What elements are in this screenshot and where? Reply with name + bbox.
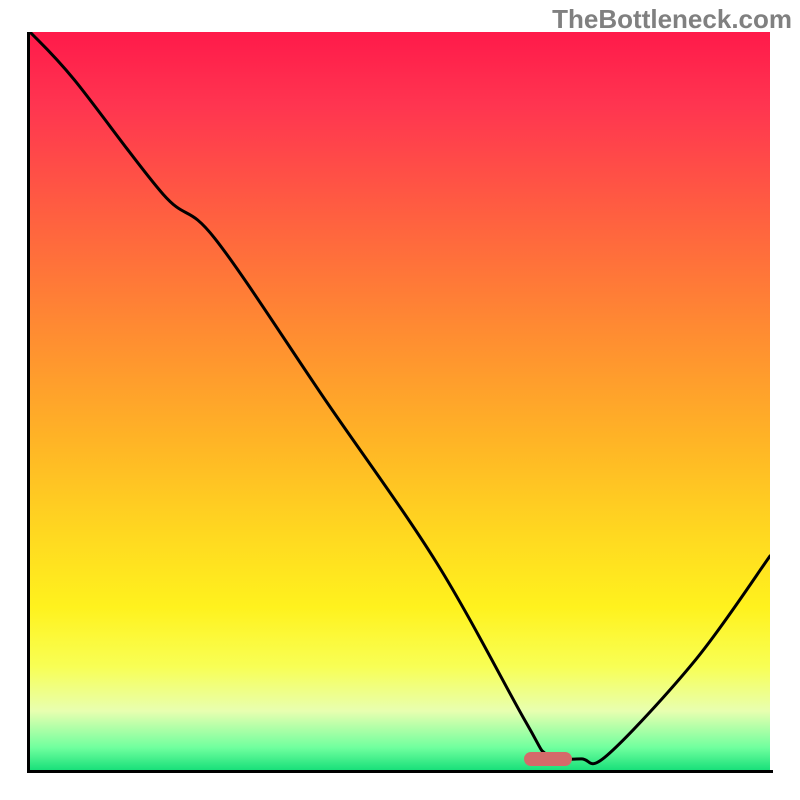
chart-canvas: TheBottleneck.com (0, 0, 800, 800)
x-axis (27, 770, 773, 773)
watermark-text: TheBottleneck.com (552, 4, 792, 35)
y-axis (27, 32, 30, 772)
plot-gradient-background (30, 32, 770, 770)
optimum-marker (524, 752, 572, 766)
